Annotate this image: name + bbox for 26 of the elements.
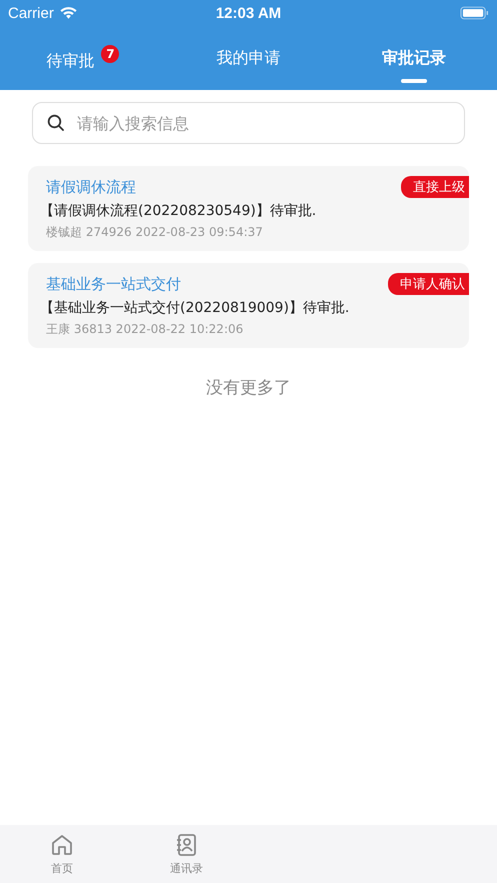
- wifi-icon: [58, 6, 78, 20]
- record-message: 【请假调休流程(202208230549)】待审批.: [40, 202, 318, 220]
- record-title: 基础业务一站式交付: [46, 274, 181, 294]
- nav-item[interactable]: 通讯录: [124, 825, 248, 883]
- tab[interactable]: 待审批 7: [0, 26, 166, 90]
- status-tag: 申请人确认: [388, 273, 469, 295]
- end-of-list-text: 没有更多了: [205, 377, 292, 399]
- nav-item[interactable]: 首页: [0, 825, 124, 883]
- search-field[interactable]: 请输入搜索信息: [32, 102, 465, 144]
- record-message: 【基础业务一站式交付(20220819009)】待审批.: [40, 299, 350, 317]
- carrier-name: Carrier: [8, 4, 54, 22]
- contact-card-icon: [174, 832, 198, 856]
- tab[interactable]: 审批记录: [331, 26, 497, 90]
- search-icon: [47, 114, 65, 132]
- battery-icon: [460, 6, 489, 20]
- record-title: 请假调休流程: [46, 178, 136, 196]
- record-meta: 楼铖超 274926 2022-08-23 09:54:37: [46, 224, 264, 241]
- tab[interactable]: 我的申请: [166, 26, 332, 90]
- record-card[interactable]: 基础业务一站式交付 申请人确认 【基础业务一站式交付(20220819009)】待审批. 王康 36813 2022-08-22 10:22:06: [28, 263, 469, 348]
- record-meta: 王康 36813 2022-08-22 10:22:06: [46, 321, 244, 338]
- status-time: 12:03 AM: [216, 4, 282, 22]
- search-field[interactable]: 请输入搜索信息: [75, 112, 450, 134]
- record-card[interactable]: 请假调休流程 直接上级 【请假调休流程(202208230549)】待审批. 楼铖超 274926 2022-08-23 09:54:37: [28, 166, 469, 251]
- count-badge: 7: [101, 44, 120, 62]
- home-icon: [50, 832, 74, 856]
- status-tag: 直接上级: [401, 176, 469, 198]
